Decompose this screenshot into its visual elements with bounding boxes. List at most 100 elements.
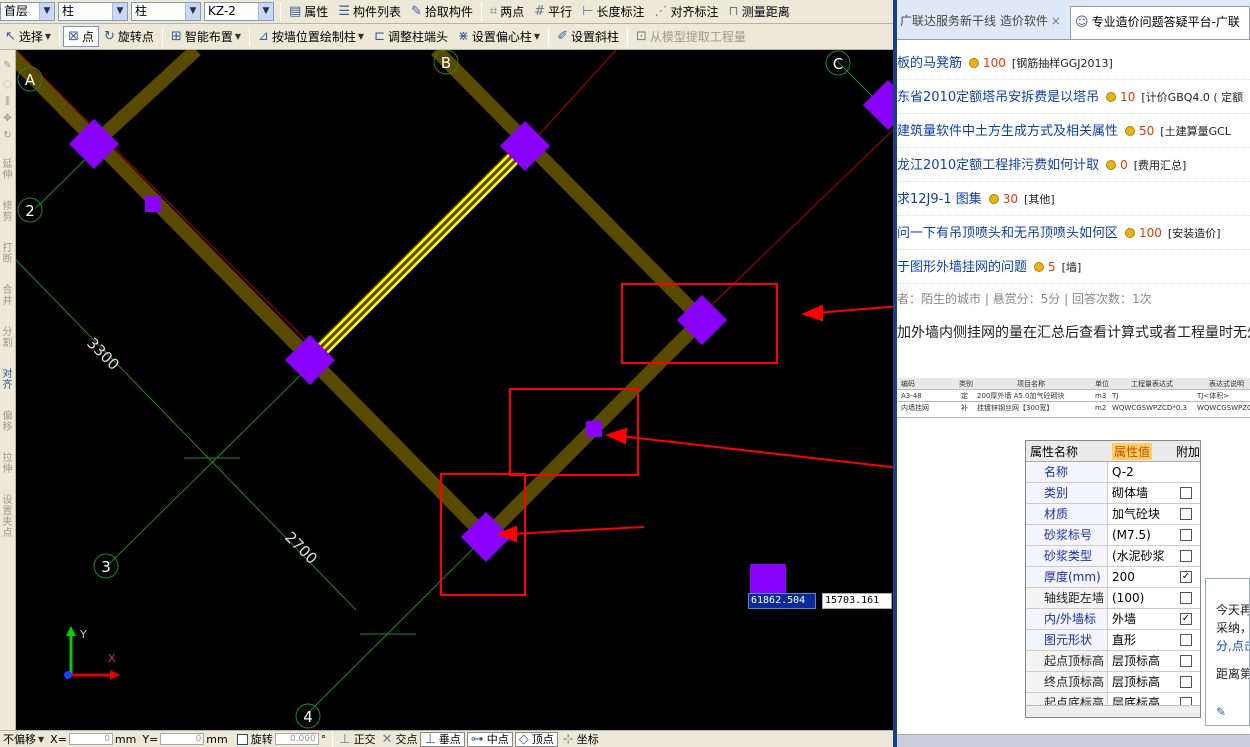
adjust-end-button[interactable]: ⊏ 调整柱端头 — [369, 26, 453, 47]
draw-by-wall-button[interactable]: ⊿ 按墙位置绘制柱 ▼ — [253, 26, 369, 47]
extract-quantity-button[interactable]: ⊡ 从模型提取工程量 — [631, 26, 751, 47]
drawing-canvas[interactable]: A B C 2 3 4 3300 2700 Y X 61862.504 1570… — [16, 50, 893, 730]
mirror-icon[interactable]: ⫼ — [0, 96, 15, 107]
question-title[interactable]: 求12J9-1 图集 — [897, 192, 982, 207]
property-value[interactable]: 外墙 — [1110, 609, 1176, 629]
slant-column-button[interactable]: ✐ 设置斜柱 — [552, 26, 624, 47]
small-column-marker[interactable] — [145, 196, 161, 212]
element-name-combo[interactable]: KZ-2 ▼ — [204, 2, 274, 21]
property-row[interactable]: 内/外墙标 外墙 ✓ — [1026, 609, 1200, 630]
question-list-item[interactable]: 板的马凳筋 100 [钢筋抽样GGJ2013] — [897, 47, 1250, 80]
browser-tab-1[interactable]: 广联达服务新干线 造价软件 × — [897, 6, 1065, 39]
property-row[interactable]: 终点顶标高 层顶标高 — [1026, 672, 1200, 693]
property-checkbox-checked[interactable]: ✓ — [1180, 613, 1192, 625]
left-tool-split[interactable]: 分割 — [0, 327, 15, 349]
property-button[interactable]: ▤ 属性 — [284, 1, 333, 22]
question-list-item[interactable]: 求12J9-1 图集 30 [其他] — [897, 183, 1250, 216]
horizontal-scrollbar[interactable] — [1026, 705, 1200, 717]
question-title[interactable]: 建筑量软件中土方生成方式及相关属性 — [897, 124, 1118, 139]
column-marker[interactable] — [863, 80, 893, 130]
property-row[interactable]: 轴线距左墙 (100) — [1026, 588, 1200, 609]
property-checkbox[interactable] — [1180, 529, 1192, 541]
left-tool-align[interactable]: 对齐 — [0, 369, 15, 391]
left-tool-stretch[interactable]: 拉伸 — [0, 453, 15, 475]
property-row[interactable]: 材质 加气砼块 — [1026, 504, 1200, 525]
left-tool-break[interactable]: 打断 — [0, 243, 15, 265]
property-row[interactable]: 砂浆标号 (M7.5) — [1026, 525, 1200, 546]
property-value[interactable]: (水泥砂浆 — [1110, 546, 1176, 566]
left-tool-merge[interactable]: 合并 — [0, 285, 15, 307]
property-checkbox[interactable] — [1180, 550, 1192, 562]
coord-x-input[interactable]: 61862.504 — [748, 593, 816, 609]
question-title[interactable]: 问一下有吊顶喷头和无吊顶喷头如何区 — [897, 226, 1118, 241]
measure-distance-button[interactable]: ⊓ 测量距离 — [724, 1, 795, 22]
property-value[interactable]: 层顶标高 — [1110, 672, 1176, 692]
offset-combo[interactable]: 不偏移 ▼ — [0, 731, 47, 747]
rotate-icon[interactable]: ↻ — [0, 130, 15, 141]
property-value[interactable]: 层顶标高 — [1110, 651, 1176, 671]
question-title[interactable]: 龙江2010定额工程排污费如何计取 — [897, 158, 1099, 173]
property-checkbox[interactable] — [1180, 487, 1192, 499]
move-icon[interactable]: ✥ — [0, 113, 15, 124]
question-title[interactable]: 于图形外墙挂网的问题 — [897, 260, 1027, 275]
browser-tab-2[interactable]: ☺ 专业造价问题答疑平台-广联 — [1070, 6, 1250, 39]
property-checkbox[interactable] — [1180, 592, 1192, 604]
erase-icon[interactable]: ◌ — [0, 79, 15, 90]
property-value[interactable]: (100) — [1110, 588, 1176, 608]
property-row[interactable]: 类别 砌体墙 — [1026, 483, 1200, 504]
two-points-button[interactable]: ⌗ 两点 — [485, 1, 529, 22]
property-row[interactable]: 名称 Q-2 — [1026, 462, 1200, 483]
property-checkbox[interactable] — [1180, 508, 1192, 520]
property-checkbox[interactable] — [1180, 676, 1192, 688]
left-tool-extend[interactable]: 延伸 — [0, 159, 15, 181]
property-row[interactable]: 厚度(mm) 200 ✓ — [1026, 567, 1200, 588]
rotate-point-button[interactable]: ↻ 旋转点 — [99, 26, 159, 47]
property-row[interactable]: 砂浆类型 (水泥砂浆 — [1026, 546, 1200, 567]
mid-snap-button[interactable]: ⊶ 中点 — [466, 731, 513, 747]
select-button[interactable]: ↖ 选择 ▼ — [0, 26, 56, 47]
property-row[interactable]: 图元形状 直形 — [1026, 630, 1200, 651]
coord-snap-button[interactable]: ⊹ 坐标 — [560, 731, 602, 747]
element-type-combo[interactable]: 柱 ▼ — [58, 2, 128, 21]
property-checkbox-checked[interactable]: ✓ — [1180, 571, 1192, 583]
intersect-button[interactable]: ✕ 交点 — [379, 731, 421, 747]
question-title[interactable]: 板的马凳筋 — [897, 56, 962, 71]
element-subtype-combo[interactable]: 柱 ▼ — [131, 2, 201, 21]
coord-y-input[interactable]: 15703.161 — [822, 593, 892, 609]
property-value[interactable]: (M7.5) — [1110, 525, 1176, 545]
property-row[interactable]: 起点顶标高 层顶标高 — [1026, 651, 1200, 672]
eccentric-column-button[interactable]: ⋇ 设置偏心柱 ▼ — [453, 26, 545, 47]
question-list-item[interactable]: 于图形外墙挂网的问题 5 [墙] — [897, 251, 1250, 284]
question-title[interactable]: 东省2010定额塔吊安拆费是以塔吊 — [897, 90, 1099, 105]
y-offset-input[interactable]: 0 — [160, 733, 205, 745]
small-column-marker[interactable] — [586, 421, 602, 437]
component-list-button[interactable]: ☰ 构件列表 — [333, 1, 406, 22]
perp-snap-button[interactable]: ⊥ 垂点 — [420, 731, 465, 747]
property-value[interactable]: 直形 — [1110, 630, 1176, 650]
property-value[interactable]: 砌体墙 — [1110, 483, 1176, 503]
left-tool-offset[interactable]: 偏移 — [0, 411, 15, 433]
question-list-item[interactable]: 龙江2010定额工程排污费如何计取 0 [费用汇总] — [897, 149, 1250, 182]
vertex-snap-button[interactable]: ◇ 顶点 — [514, 731, 558, 747]
property-value[interactable]: 加气砼块 — [1110, 504, 1176, 524]
property-value[interactable]: 200 — [1110, 567, 1176, 587]
smart-place-button[interactable]: ⊞ 智能布置 ▼ — [166, 26, 246, 47]
floor-combo[interactable]: 首层 ▼ — [0, 2, 55, 21]
align-dim-button[interactable]: ⋰ 对齐标注 — [650, 1, 724, 22]
pick-component-button[interactable]: ✎ 拾取构件 — [406, 1, 478, 22]
close-icon[interactable]: × — [1051, 14, 1061, 28]
pencil-icon[interactable]: ✎ — [0, 60, 15, 71]
question-list-item[interactable]: 东省2010定额塔吊安拆费是以塔吊 10 [计价GBQ4.0 ( 定额 — [897, 81, 1250, 114]
x-offset-input[interactable]: 0 — [68, 733, 113, 745]
ortho-button[interactable]: ⊥ 正交 — [336, 731, 378, 747]
question-list-item[interactable]: 建筑量软件中土方生成方式及相关属性 50 [土建算量GCL — [897, 115, 1250, 148]
property-value[interactable]: Q-2 — [1110, 462, 1176, 482]
parallel-button[interactable]: # 平行 — [529, 1, 577, 22]
popup-line[interactable]: 分,点击 — [1216, 637, 1249, 654]
property-checkbox[interactable] — [1180, 655, 1192, 667]
rotate-angle-input[interactable]: 0.000 — [274, 733, 319, 745]
property-checkbox[interactable] — [1180, 634, 1192, 646]
point-button[interactable]: ⊠ 点 — [63, 26, 99, 47]
left-tool-trim[interactable]: 修剪 — [0, 201, 15, 223]
rotate-checkbox[interactable] — [236, 733, 248, 745]
